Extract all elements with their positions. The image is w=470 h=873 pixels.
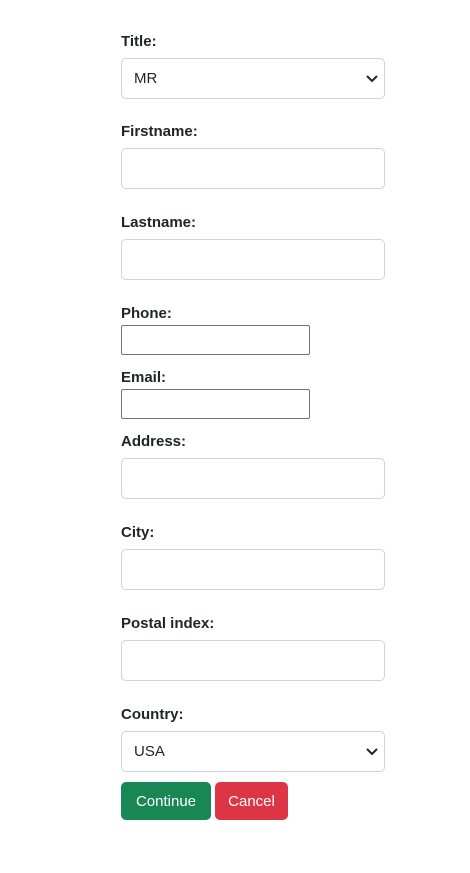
title-select-value: MR	[134, 70, 158, 87]
postal-index-label: Postal index:	[121, 615, 215, 632]
title-select[interactable]: MR	[121, 58, 385, 99]
chevron-down-icon	[366, 748, 378, 756]
cancel-button[interactable]: Cancel	[215, 782, 288, 820]
address-input[interactable]	[121, 458, 385, 499]
email-label: Email:	[121, 369, 167, 386]
country-select[interactable]: USA	[121, 731, 385, 772]
lastname-input[interactable]	[121, 239, 385, 280]
title-label: Title:	[121, 33, 157, 50]
lastname-label: Lastname:	[121, 214, 197, 231]
postal-index-input[interactable]	[121, 640, 385, 681]
chevron-down-icon	[366, 75, 378, 83]
country-label: Country:	[121, 706, 184, 723]
country-select-value: USA	[134, 743, 165, 760]
firstname-input[interactable]	[121, 148, 385, 189]
email-input[interactable]	[121, 389, 310, 419]
phone-label: Phone:	[121, 305, 172, 322]
phone-input[interactable]	[121, 325, 310, 355]
address-label: Address:	[121, 433, 187, 450]
city-label: City:	[121, 524, 155, 541]
firstname-label: Firstname:	[121, 123, 198, 140]
city-input[interactable]	[121, 549, 385, 590]
continue-button[interactable]: Continue	[121, 782, 211, 820]
